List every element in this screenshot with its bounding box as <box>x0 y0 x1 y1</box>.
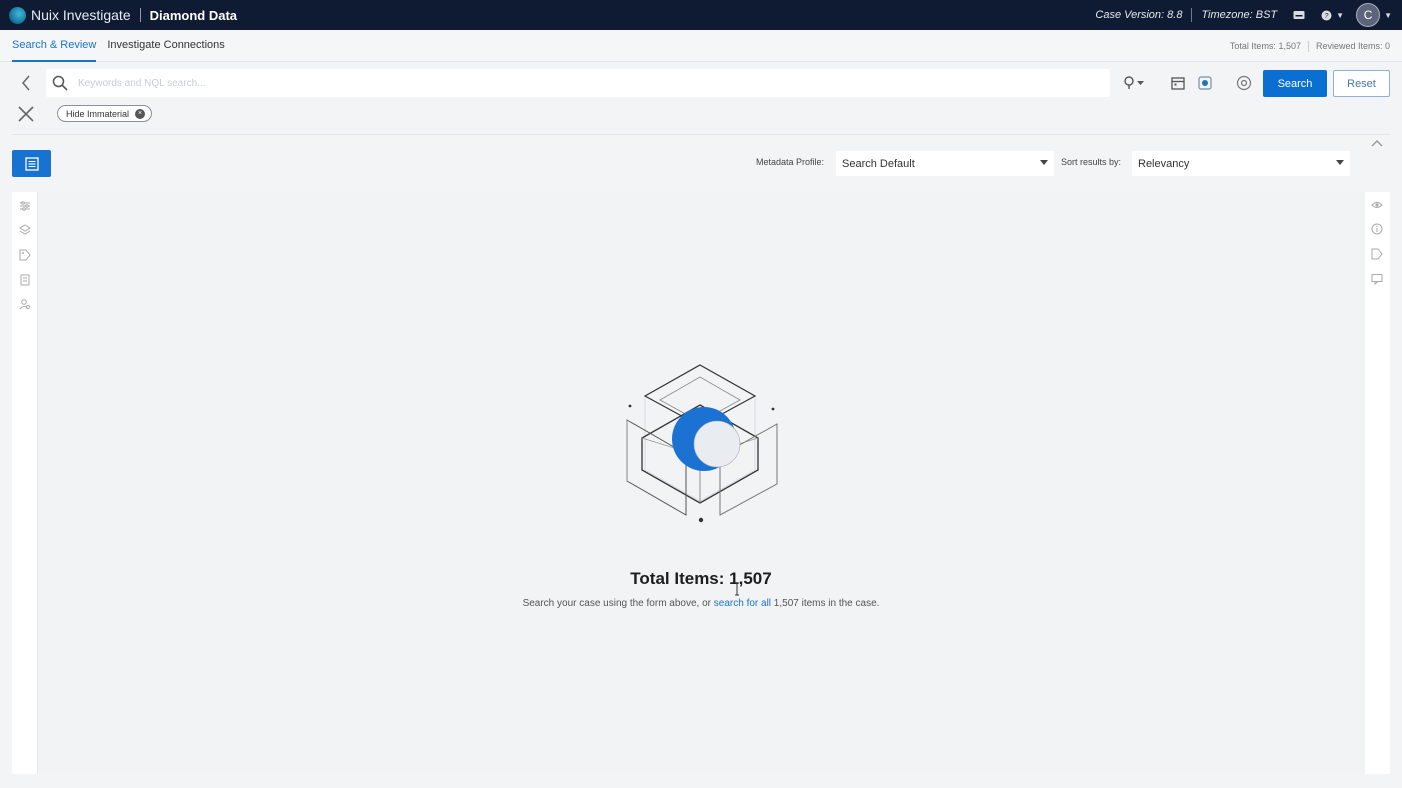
empty-state-help-text: Search your case using the form above, o… <box>0 598 1402 609</box>
filter-chip: Hide Immaterial × <box>57 105 153 122</box>
metadata-profile-value: Search Default <box>842 157 915 170</box>
top-bar: Nuix Investigate Diamond Data Case Versi… <box>0 0 1402 30</box>
close-icon <box>18 106 34 122</box>
item-stats: Total Items: 1,507 Reviewed Items: 0 <box>1230 30 1390 62</box>
avatar: C <box>1356 3 1381 27</box>
reviewed-items-stat: Reviewed Items: 0 <box>1315 41 1390 51</box>
search-all-link[interactable]: search for all <box>714 598 771 609</box>
right-sidebar <box>1365 192 1390 774</box>
eye-circle-icon <box>1236 75 1252 91</box>
left-sidebar <box>12 192 38 774</box>
metadata-profile-select[interactable]: Search Default <box>836 151 1054 176</box>
filter-sliders-icon[interactable] <box>19 200 31 212</box>
remove-chip-icon[interactable]: × <box>135 108 146 119</box>
dropdown-arrow-icon <box>1336 160 1344 165</box>
divider <box>12 134 1390 135</box>
search-button[interactable]: Search <box>1263 70 1327 97</box>
filter-chip-label: Hide Immaterial <box>66 108 130 119</box>
chevron-up-icon <box>1371 140 1383 147</box>
timezone: Timezone: BST <box>1201 9 1278 21</box>
help-text-after: 1,507 items in the case. <box>771 598 880 609</box>
comment-icon[interactable] <box>1371 273 1383 285</box>
tag-outline-icon[interactable] <box>1371 248 1383 260</box>
user-menu[interactable]: C ▼ <box>1356 3 1392 27</box>
total-items-stat: Total Items: 1,507 <box>1229 41 1301 51</box>
reset-button[interactable]: Reset <box>1333 70 1390 97</box>
back-button[interactable] <box>16 72 36 94</box>
search-icon <box>52 75 68 91</box>
calendar-icon <box>1171 77 1185 90</box>
help-icon: ? <box>1321 10 1332 20</box>
top-bar-right: Case Version: 8.8 Timezone: BST ? ▼ C ▼ <box>1095 0 1392 30</box>
total-items-label: Total Items: <box>630 569 725 588</box>
metadata-profile-label: Metadata Profile: <box>756 157 825 167</box>
info-icon[interactable] <box>1371 223 1383 235</box>
record-icon <box>1198 76 1212 90</box>
layers-icon[interactable] <box>19 224 31 236</box>
case-name: Diamond Data <box>149 7 238 23</box>
document-icon[interactable] <box>19 274 31 286</box>
inbox-button[interactable] <box>1293 10 1305 20</box>
collapse-button[interactable] <box>1371 139 1383 150</box>
list-view-button[interactable] <box>12 150 51 177</box>
sort-select[interactable]: Relevancy <box>1132 151 1350 176</box>
help-button[interactable]: ? ▼ <box>1321 10 1344 21</box>
tab-search-review[interactable]: Search & Review <box>12 30 97 62</box>
location-filter-button[interactable] <box>1123 74 1145 92</box>
person-search-icon[interactable] <box>19 298 31 310</box>
eye-icon[interactable] <box>1371 199 1383 211</box>
case-version: Case Version: 8.8 <box>1095 9 1183 21</box>
record-toggle-button[interactable] <box>1198 74 1212 92</box>
text-cursor-icon <box>735 582 739 596</box>
help-text-before: Search your case using the form above, o… <box>522 598 714 609</box>
empty-state-cube-illustration <box>626 364 778 523</box>
chevron-down-icon: ▼ <box>1336 10 1345 20</box>
tag-icon[interactable] <box>19 249 31 261</box>
title-separator <box>139 8 141 22</box>
date-filter-button[interactable] <box>1171 74 1185 92</box>
list-view-icon <box>24 156 39 171</box>
search-input[interactable] <box>78 77 1058 89</box>
clear-filters-button[interactable] <box>17 105 35 123</box>
tab-investigate-connections[interactable]: Investigate Connections <box>107 30 224 62</box>
main-tabs: Search & Review Investigate Connections … <box>0 30 1402 62</box>
map-pin-icon <box>1124 76 1144 89</box>
search-box <box>46 69 1110 97</box>
stats-separator <box>1307 40 1309 52</box>
total-items-heading: Total Items: 1,507 <box>0 569 1402 589</box>
dropdown-arrow-icon <box>1040 160 1048 165</box>
chevron-down-icon: ▼ <box>1384 10 1392 20</box>
visibility-button[interactable] <box>1236 74 1252 92</box>
nuix-logo-icon <box>9 6 26 24</box>
top-separator <box>1191 8 1193 22</box>
sort-value: Relevancy <box>1138 157 1190 170</box>
chevron-left-icon <box>22 75 30 91</box>
svg-text:?: ? <box>1325 13 1329 20</box>
sort-label: Sort results by: <box>1061 157 1122 167</box>
inbox-icon <box>1293 11 1305 19</box>
app-name: Nuix Investigate <box>31 7 131 23</box>
